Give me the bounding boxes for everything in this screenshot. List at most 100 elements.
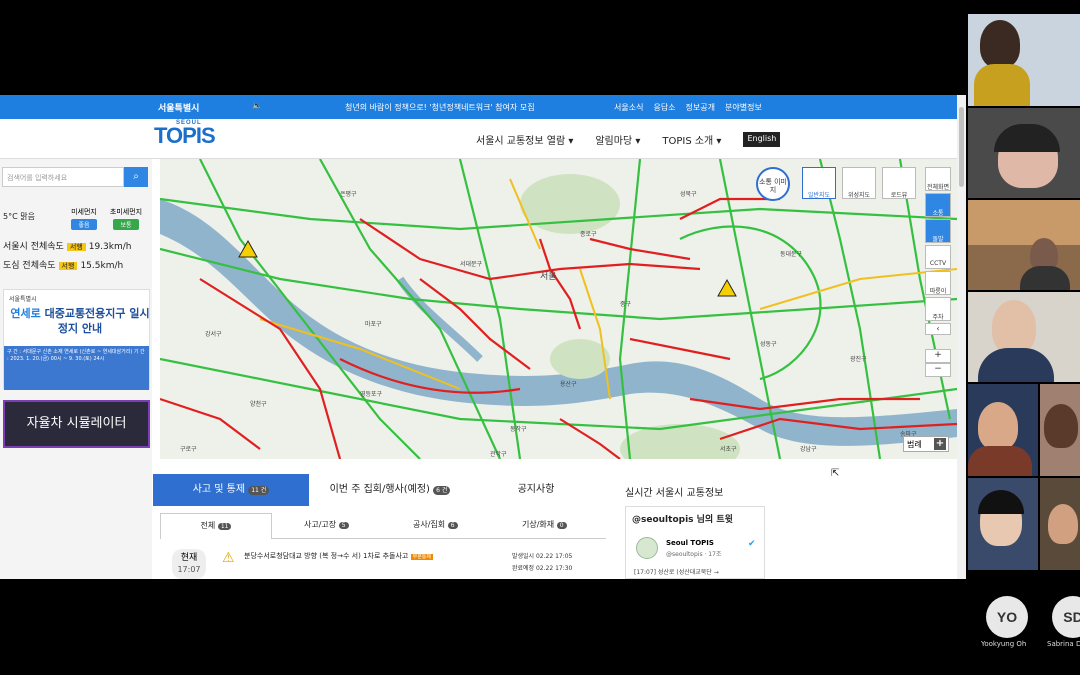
shared-screen: 서울특별시 🔈 청년의 바람이 정책으로! '청년정책네트워크' 참여자 모집 …	[0, 95, 966, 579]
subtab-all[interactable]: 전체 11	[160, 513, 272, 539]
twitter-widget[interactable]: @seoultopis 님의 트윗 Seoul TOPIS @seoultopi…	[625, 506, 765, 579]
collapse-button[interactable]: ‹	[925, 323, 951, 335]
legend-button[interactable]: 범례 +	[903, 436, 949, 452]
city-speed: 서울시 전체속도 서행 19.3km/h	[3, 242, 132, 252]
map-label-seodaemun: 서대문구	[460, 261, 483, 268]
map-label-gwanak: 관악구	[490, 451, 507, 458]
participant-name-yo: Yookyung Oh	[981, 640, 1027, 648]
link-info-disclosure[interactable]: 정보공개	[686, 102, 715, 113]
ddareungi-button[interactable]: 따릉이	[925, 271, 951, 295]
autonomous-simulator-banner[interactable]: 자율차 시뮬레이터	[3, 400, 150, 448]
english-button[interactable]: English	[743, 132, 781, 147]
park-namsan	[550, 339, 610, 379]
nav-menu: 서울시 교통정보 열람 ▾ 알림마당 ▾ TOPIS 소개 ▾ English	[476, 132, 781, 147]
incident-expected: 완료예정 02.22 17:30	[512, 565, 573, 572]
video-call-stage: 서울특별시 🔈 청년의 바람이 정책으로! '청년정책네트워크' 참여자 모집 …	[0, 0, 1080, 675]
map-label-yongsan: 용산구	[560, 381, 577, 388]
tab-events[interactable]: 이번 주 집회/행사(예정) 6 건	[315, 474, 465, 506]
participant-video-3[interactable]	[968, 200, 1080, 290]
zoom-in-button[interactable]: +	[925, 349, 951, 363]
incident-row[interactable]: 현재 17:07 ⚠ 분당수서로청담대교 방향 (복 정→수 서) 1차로 추돌사…	[160, 541, 606, 579]
traffic-layer-button[interactable]: 소통	[925, 193, 951, 217]
twitter-section-title: 실시간 서울시 교통정보	[625, 488, 724, 499]
info-tabs: 사고 및 통제 11 건 이번 주 집회/행사(예정) 6 건 공지사항	[153, 474, 609, 506]
city-speed-tag: 서행	[66, 243, 86, 251]
topis-logo[interactable]: SEOUL TOPIS	[154, 120, 216, 149]
banner-org: 서울특별시	[9, 296, 37, 303]
scrollbar-thumb[interactable]	[959, 107, 964, 187]
menu-traffic-info[interactable]: 서울시 교통정보 열람 ▾	[476, 132, 573, 147]
map-label-seongdong: 성동구	[760, 341, 777, 348]
participant-video-6[interactable]	[1040, 384, 1080, 476]
tab-accident[interactable]: 사고 및 통제 11 건	[153, 474, 309, 506]
subtab-weather[interactable]: 기상/화재 0	[522, 519, 567, 530]
search-button[interactable]: ⌕	[124, 167, 148, 187]
participant-name-sd: Sabrina De	[1047, 640, 1080, 648]
banner-title: 연세로 대중교통전용지구 일시정지 안내	[10, 307, 150, 335]
satellite-map-button[interactable]: 위성지도	[842, 167, 876, 199]
participant-avatar-yo[interactable]: YO	[986, 596, 1028, 638]
participant-video-5[interactable]	[968, 384, 1038, 476]
participant-video-1[interactable]	[968, 14, 1080, 106]
map-canvas	[160, 159, 957, 459]
topbar-notice[interactable]: 청년의 바람이 정책으로! '청년정책네트워크' 참여자 모집	[345, 102, 535, 113]
seoul-logo[interactable]: 서울특별시	[158, 101, 199, 114]
menu-notice[interactable]: 알림마당 ▾	[595, 132, 640, 147]
page-scrollbar[interactable]	[957, 95, 966, 579]
ultrafine-dust: 초미세먼지 보통	[109, 208, 143, 230]
tweet-handle: @seoultopis · 17조	[666, 551, 722, 558]
map-label-guro: 구로구	[180, 446, 197, 453]
mouse-cursor-icon: ⇱	[831, 468, 840, 479]
weather-text: 5°C 맑음	[3, 212, 35, 221]
participant-avatar-sd[interactable]: SD	[1052, 596, 1080, 638]
banner-footer: 구 간 : 서대문구 신촌 소재 연세로 (신촌로 ~ 연세대삼거리) 기 간 …	[4, 346, 149, 390]
map-label-yangcheon: 양천구	[250, 401, 267, 408]
parking-button[interactable]: 주차	[925, 297, 951, 321]
link-eungdapso[interactable]: 응답소	[653, 102, 675, 113]
tab-notices[interactable]: 공지사항	[471, 474, 601, 506]
incident-time: 현재 17:07	[172, 549, 206, 579]
sub-tabs: 전체 11 사고/고장 5 공사/집회 6 기상/화재 0	[160, 513, 606, 539]
map-label-dongjak: 동작구	[510, 426, 527, 433]
link-seoul-news[interactable]: 서울소식	[614, 102, 643, 113]
map-label-seocho: 서초구	[720, 446, 737, 453]
subtab-accident[interactable]: 사고/고장 5	[304, 519, 349, 530]
map-label-dongdaemun: 동대문구	[780, 251, 803, 258]
link-field-info[interactable]: 분야별정보	[725, 102, 762, 113]
participant-video-4[interactable]	[968, 292, 1080, 382]
subtab-construction[interactable]: 공사/집회 6	[413, 519, 458, 530]
normal-map-button[interactable]: 일반지도	[802, 167, 836, 199]
incident-occurred: 발생일시 02.22 17:05	[512, 553, 573, 560]
participant-video-8[interactable]	[1040, 478, 1080, 570]
fullscreen-button[interactable]: 전체화면	[925, 167, 951, 191]
search-input[interactable]: 검색어를 입력하세요	[2, 167, 124, 187]
main-nav: SEOUL TOPIS 서울시 교통정보 열람 ▾ 알림마당 ▾ TOPIS 소…	[0, 119, 966, 159]
topbar-links: 서울소식 응답소 정보공개 분야별정보	[614, 102, 762, 113]
map-label-seongbuk: 성북구	[680, 191, 697, 198]
tributary	[396, 276, 483, 362]
downtown-speed-tag: 서행	[58, 262, 78, 270]
speaker-icon[interactable]: 🔈	[252, 101, 262, 110]
cctv-button[interactable]: CCTV	[925, 245, 951, 269]
incident-text: 분당수서로청담대교 방향 (복 정→수 서) 1차로 추돌사고 부분통제	[244, 552, 434, 560]
participant-video-7[interactable]	[968, 478, 1038, 570]
incident-layer-button[interactable]: 돌발	[925, 219, 951, 243]
warning-icon: ⚠	[222, 550, 235, 566]
yonsei-ro-banner[interactable]: 서울특별시 연세로 대중교통전용지구 일시정지 안내 구 간 : 서대문구 신촌…	[3, 289, 150, 390]
twitter-bird-icon: ✔	[748, 539, 756, 549]
traffic-image-button[interactable]: 소통 이미지	[756, 167, 790, 201]
map-label-yeongdeungpo: 영등포구	[360, 391, 383, 398]
zoom-out-button[interactable]: −	[925, 363, 951, 377]
map-label-gwangjin: 광진구	[850, 356, 867, 363]
incident-tag: 부분통제	[410, 554, 434, 560]
twitter-header: @seoultopis 님의 트윗	[632, 515, 733, 525]
map-label-mapo: 마포구	[365, 321, 382, 328]
fine-dust: 미세먼지 좋음	[71, 208, 97, 230]
traffic-map[interactable]: 서울 강서구 양천구 영등포구 마포구 용산구 중구 종로구 서대문구 동작구 …	[160, 159, 957, 459]
ultrafine-dust-badge: 보통	[113, 219, 139, 230]
participant-video-2[interactable]	[968, 108, 1080, 198]
map-label-jung: 중구	[620, 301, 632, 308]
menu-about[interactable]: TOPIS 소개 ▾	[662, 132, 721, 147]
roadview-button[interactable]: 로드뷰	[882, 167, 916, 199]
han-river	[160, 199, 957, 446]
